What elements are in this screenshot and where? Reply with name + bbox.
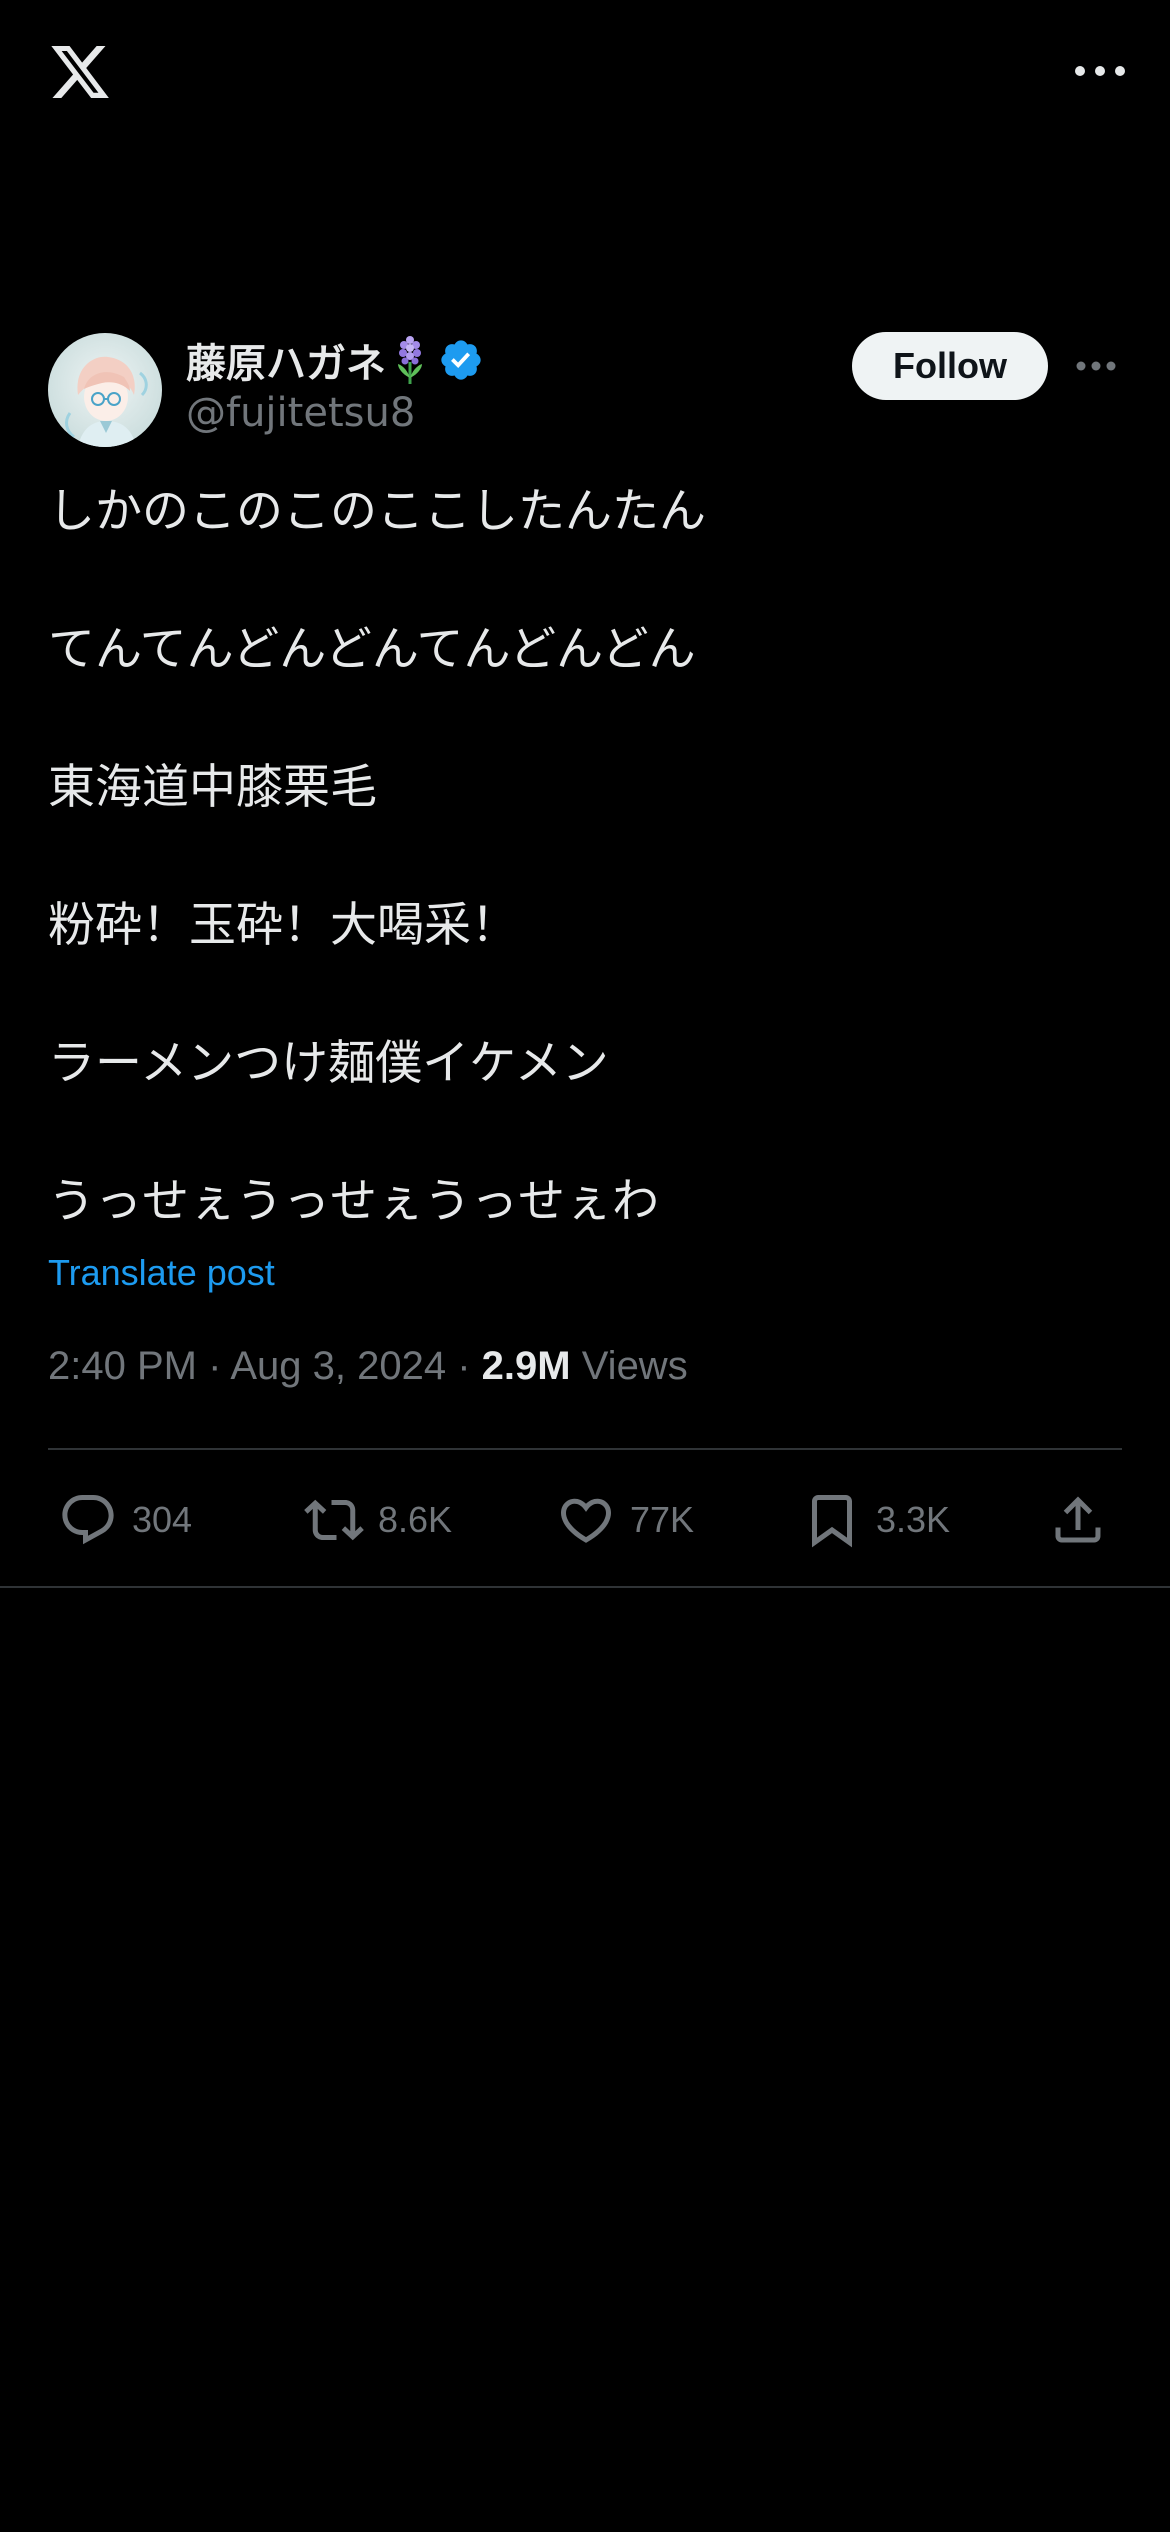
bookmark-count: 3.3K [876,1499,951,1540]
reply-icon [62,1495,114,1545]
repost-button[interactable]: 8.6K [304,1480,452,1560]
meta-separator: · [457,1344,471,1388]
share-icon [1055,1496,1101,1543]
divider [48,1448,1122,1450]
avatar[interactable] [48,333,162,447]
post-text-line: 粉砕！玉砕！大喝采！ [48,898,518,953]
translate-post-link[interactable]: Translate post [48,1252,275,1294]
divider [0,1586,1170,1588]
author-name-row[interactable]: 藤原ハガネ [186,330,484,390]
views-label: Views [581,1344,688,1388]
repost-icon [304,1499,364,1541]
post-text-line: うっせぇうっせぇうっせぇわ [48,1174,659,1229]
post-more-icon[interactable] [1074,352,1118,380]
top-bar [0,0,1170,150]
reply-button[interactable]: 304 [58,1480,192,1560]
like-button[interactable]: 77K [556,1480,694,1560]
heart-icon [560,1498,612,1543]
display-name[interactable]: 藤原ハガネ [186,331,386,389]
author-handle[interactable]: @fujitetsu8 [186,390,415,436]
post-time[interactable]: 2:40 PM [48,1344,197,1388]
post-metadata: 2:40 PM · Aug 3, 2024 · 2.9M Views [48,1344,688,1389]
post-date[interactable]: Aug 3, 2024 [230,1344,446,1388]
bookmark-icon [812,1495,852,1548]
follow-button[interactable]: Follow [852,332,1048,400]
meta-separator: · [208,1344,222,1388]
repost-count: 8.6K [378,1499,453,1540]
post-text-line: しかのこのこのここしたんたん [48,484,706,539]
action-bar: 304 8.6K 77K 3.3K [0,1480,1170,1560]
like-count: 77K [630,1499,695,1540]
bookmark-button[interactable]: 3.3K [802,1480,950,1560]
share-button[interactable] [1048,1480,1108,1560]
verified-badge-icon[interactable] [438,337,484,383]
post-text-line: 東海道中膝栗毛 [48,760,377,815]
views-count: 2.9M [481,1344,571,1388]
x-logo-icon[interactable] [46,40,114,104]
more-options-icon[interactable] [1070,56,1130,86]
post-text-line: ラーメンつけ麺僕イケメン [48,1036,609,1091]
post-text: しかのこのこのここしたんたん てんてんどんどんてんどんどん 東海道中膝栗毛 粉砕… [48,482,1128,1232]
post-text-line: てんてんどんどんてんどんどん [48,622,696,677]
hyacinth-flower-icon [398,336,422,384]
reply-count: 304 [132,1499,193,1540]
